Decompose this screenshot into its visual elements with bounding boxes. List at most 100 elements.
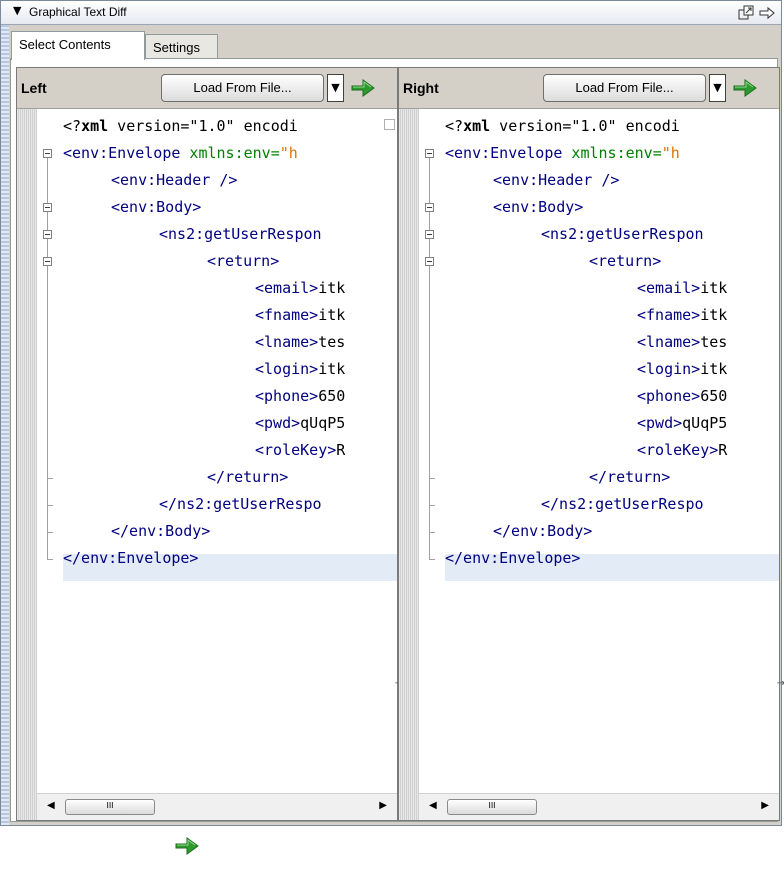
go-arrow-icon bbox=[175, 837, 199, 855]
code-line: <login>itk bbox=[63, 356, 345, 383]
left-line-gutter bbox=[17, 109, 37, 820]
code-line: <fname>itk bbox=[445, 302, 727, 329]
left-overview-square bbox=[384, 119, 395, 130]
code-line: <env:Body> bbox=[63, 194, 345, 221]
code-line: </ns2:getUserRespo bbox=[63, 491, 345, 518]
tab-select-contents[interactable]: Select Contents bbox=[11, 31, 145, 60]
left-load-dropdown-button[interactable]: ▼ bbox=[327, 74, 344, 102]
xml-tag: <roleKey> bbox=[255, 441, 337, 459]
fold-collapse-icon[interactable] bbox=[43, 256, 52, 266]
xml-text: R bbox=[336, 441, 346, 459]
xml-text: qUqP5 bbox=[300, 414, 346, 432]
xml-text: tes bbox=[700, 333, 728, 351]
code-line: <phone>650 bbox=[445, 383, 727, 410]
code-line: </env:Envelope> bbox=[63, 545, 345, 572]
left-code-text: <?xml version="1.0" encodi <env:Envelope … bbox=[63, 113, 345, 572]
code-line: <roleKey>R bbox=[63, 437, 345, 464]
code-line: </return> bbox=[63, 464, 345, 491]
right-pane-label: Right bbox=[403, 80, 439, 96]
left-load-from-file-button[interactable]: Load From File... bbox=[161, 74, 324, 102]
xml-tag: <phone> bbox=[637, 387, 701, 405]
undock-icon[interactable] bbox=[737, 4, 754, 21]
xml-text: 650 bbox=[318, 387, 346, 405]
right-load-dropdown-button[interactable]: ▼ bbox=[709, 74, 726, 102]
xml-tag: <pwd> bbox=[255, 414, 301, 432]
right-scroll-thumb[interactable]: III bbox=[447, 799, 537, 815]
code-line: <ns2:getUserRespon bbox=[63, 221, 345, 248]
xml-declaration: <? bbox=[63, 117, 82, 135]
right-horizontal-scrollbar[interactable]: ◀ III ▶ bbox=[419, 793, 779, 820]
scroll-left-arrow-icon[interactable]: ◀ bbox=[47, 800, 55, 811]
left-pane-label: Left bbox=[21, 80, 47, 96]
code-line: <env:Header /> bbox=[445, 167, 727, 194]
chevron-down-icon: ▼ bbox=[331, 81, 340, 94]
code-line: <env:Header /> bbox=[63, 167, 345, 194]
xml-attribute-value: "h bbox=[661, 144, 680, 162]
scroll-right-arrow-icon[interactable]: ▶ bbox=[379, 800, 387, 811]
fold-end-marker bbox=[47, 477, 53, 479]
xml-tag: <login> bbox=[637, 360, 701, 378]
xml-tag: <env:Envelope bbox=[63, 144, 181, 162]
fold-collapse-icon[interactable] bbox=[425, 229, 434, 239]
xml-tag: <lname> bbox=[255, 333, 319, 351]
fold-collapse-icon[interactable] bbox=[425, 148, 434, 158]
xml-text: tes bbox=[318, 333, 346, 351]
xml-tag: <env:Header /> bbox=[111, 171, 238, 189]
xml-attribute: xmlns:env= bbox=[562, 144, 662, 162]
xml-tag: <env:Header /> bbox=[493, 171, 620, 189]
xml-attribute: xmlns:env= bbox=[180, 144, 280, 162]
code-line: <?xml version="1.0" encodi bbox=[445, 113, 727, 140]
xml-tag: <phone> bbox=[255, 387, 319, 405]
left-scroll-thumb[interactable]: III bbox=[65, 799, 155, 815]
fold-guide-line bbox=[429, 153, 430, 559]
tab-label: Select Contents bbox=[19, 37, 111, 52]
xml-tag: </env:Envelope> bbox=[445, 549, 581, 567]
xml-tag: </env:Body> bbox=[111, 522, 211, 540]
left-editor[interactable]: <?xml version="1.0" encodi <env:Envelope … bbox=[37, 109, 397, 794]
xml-tag: </return> bbox=[589, 468, 671, 486]
scroll-right-arrow-icon[interactable]: ▶ bbox=[761, 800, 769, 811]
left-horizontal-scrollbar[interactable]: ◀ III ▶ bbox=[37, 793, 397, 820]
code-line: <email>itk bbox=[445, 275, 727, 302]
left-go-arrow-icon[interactable] bbox=[350, 77, 376, 99]
arrow-right-icon[interactable] bbox=[758, 4, 775, 21]
xml-attribute-value: "h bbox=[279, 144, 298, 162]
tab-content: Left Load From File... ▼ <?xml version="… bbox=[10, 58, 784, 822]
right-pane: Right Load From File... ▼ <?xml version=… bbox=[398, 67, 784, 821]
right-load-from-file-button[interactable]: Load From File... bbox=[543, 74, 706, 102]
fold-collapse-icon[interactable] bbox=[425, 202, 434, 212]
xml-text: itk bbox=[700, 306, 728, 324]
right-code-text: <?xml version="1.0" encodi <env:Envelope … bbox=[445, 113, 727, 572]
code-line: </return> bbox=[445, 464, 727, 491]
xml-text: itk bbox=[318, 360, 346, 378]
code-line: <lname>tes bbox=[63, 329, 345, 356]
right-editor[interactable]: <?xml version="1.0" encodi <env:Envelope … bbox=[419, 109, 779, 794]
code-line: <env:Envelope xmlns:env="h bbox=[445, 140, 727, 167]
xml-text: itk bbox=[318, 279, 346, 297]
code-line: <login>itk bbox=[445, 356, 727, 383]
fold-collapse-icon[interactable] bbox=[43, 229, 52, 239]
xml-tag: </env:Body> bbox=[493, 522, 593, 540]
xml-tag: <login> bbox=[255, 360, 319, 378]
fold-collapse-icon[interactable] bbox=[43, 148, 52, 158]
xml-tag: <ns2:getUserRespon bbox=[159, 225, 322, 243]
xml-tag: <lname> bbox=[637, 333, 701, 351]
xml-tag: <fname> bbox=[255, 306, 319, 324]
splitter-marker-icon[interactable]: → bbox=[777, 678, 784, 689]
fold-end-marker bbox=[47, 504, 53, 506]
xml-text: itk bbox=[318, 306, 346, 324]
code-line: <?xml version="1.0" encodi bbox=[63, 113, 345, 140]
scroll-left-arrow-icon[interactable]: ◀ bbox=[429, 800, 437, 811]
fold-collapse-icon[interactable] bbox=[425, 256, 434, 266]
collapse-triangle-icon[interactable]: ▼ bbox=[13, 4, 21, 17]
right-go-arrow-icon[interactable] bbox=[732, 77, 758, 99]
xml-tag: </ns2:getUserRespo bbox=[159, 495, 322, 513]
tab-settings[interactable]: Settings bbox=[145, 34, 218, 59]
fold-end-marker bbox=[47, 531, 53, 533]
xml-declaration-attrs: version="1.0" encodi bbox=[490, 117, 680, 135]
fold-collapse-icon[interactable] bbox=[43, 202, 52, 212]
code-line: <lname>tes bbox=[445, 329, 727, 356]
code-line: </env:Body> bbox=[445, 518, 727, 545]
right-line-gutter bbox=[399, 109, 419, 820]
fold-end-marker bbox=[429, 504, 435, 506]
